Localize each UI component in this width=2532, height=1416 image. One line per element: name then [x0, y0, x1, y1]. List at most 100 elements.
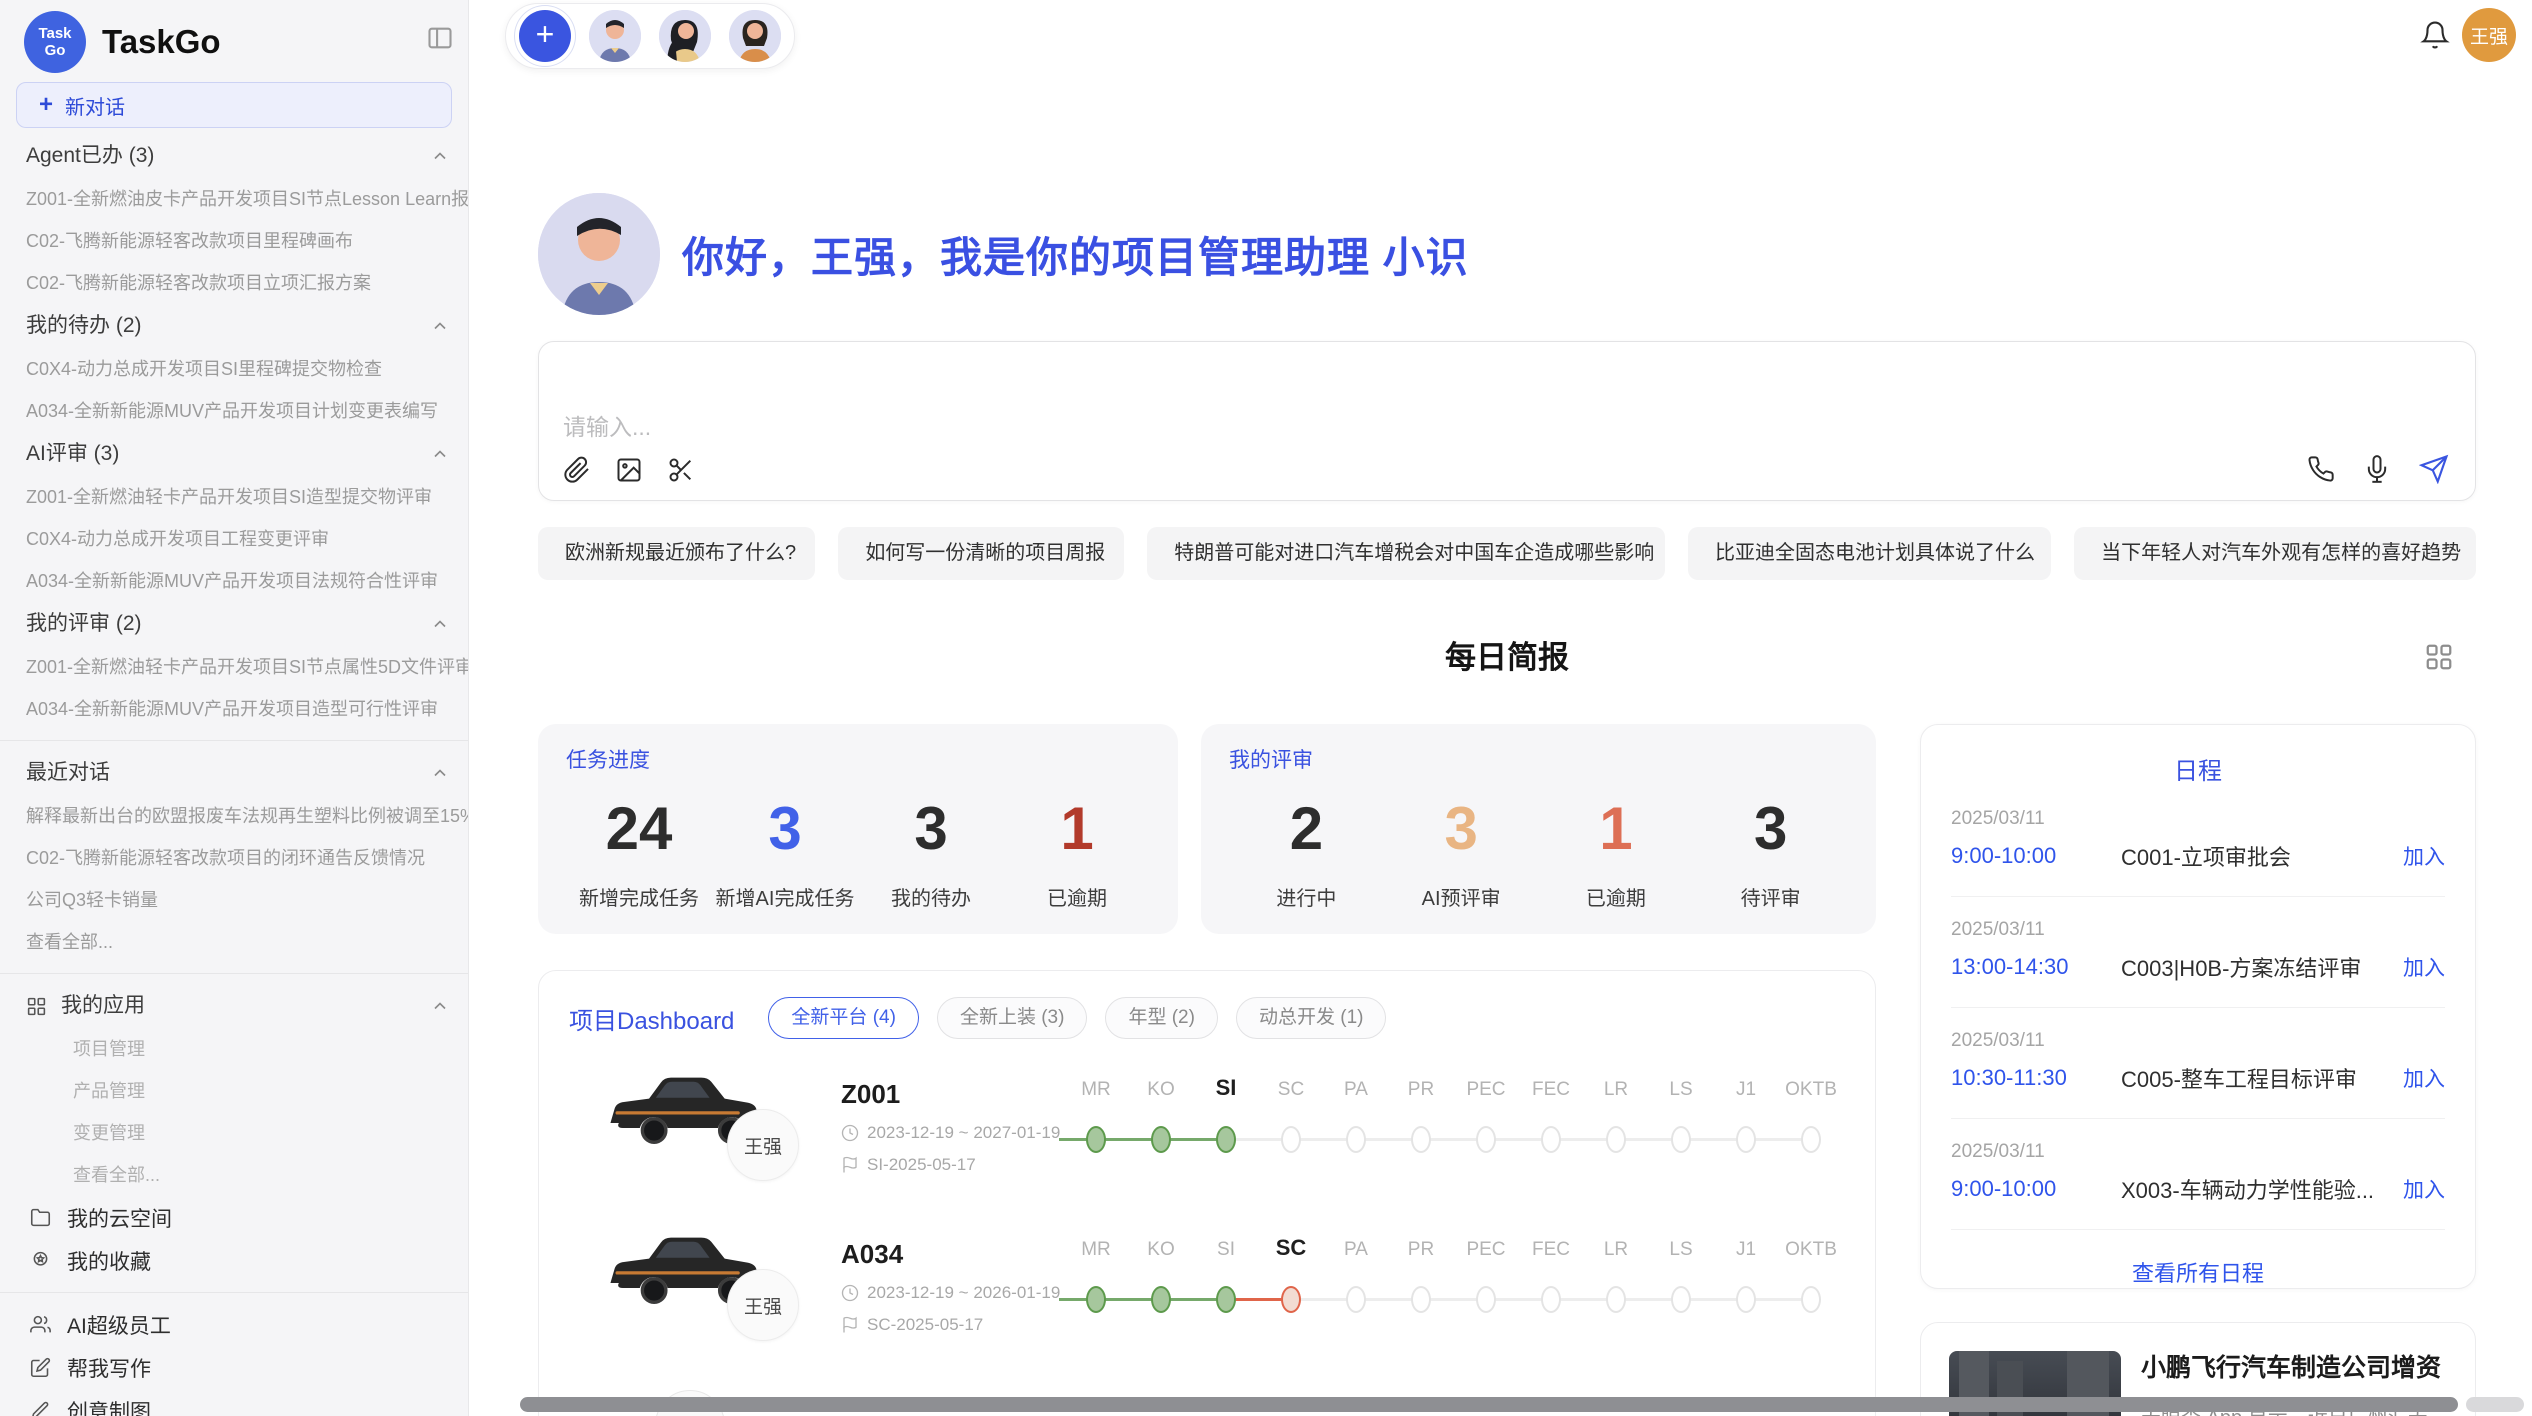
tab-model-year[interactable]: 年型 (2)	[1105, 997, 1218, 1039]
app-link[interactable]: 项目管理	[0, 1028, 468, 1070]
view-all-schedule-link[interactable]: 查看所有日程	[1951, 1230, 2445, 1314]
tab-powertrain[interactable]: 动总开发 (1)	[1236, 997, 1387, 1039]
assistant-avatar-large	[538, 193, 660, 315]
schedule-date: 2025/03/11	[1951, 1141, 2445, 1163]
agent-done-item[interactable]: Z001-全新燃油皮卡产品开发项目SI节点Lesson Learn报告	[0, 178, 468, 220]
composer-attachments	[563, 456, 695, 484]
dashboard-tabs: 全新平台 (4) 全新上装 (3) 年型 (2) 动总开发 (1)	[768, 997, 1386, 1039]
schedule-time: 13:00-14:30	[1951, 954, 2121, 980]
sidebar-item-ai-employees[interactable]: AI超级员工	[0, 1303, 468, 1346]
my-review-item[interactable]: A034-全新新能源MUV产品开发项目造型可行性评审	[0, 688, 468, 730]
horizontal-scrollbar-end	[2466, 1397, 2524, 1412]
send-icon[interactable]	[2419, 454, 2449, 484]
schedule-time: 10:30-11:30	[1951, 1065, 2121, 1091]
project-row-z001[interactable]: 王强 Z001 2023-12-19 ~ 2027-01-19 SI-2025-…	[559, 1049, 1857, 1204]
suggestion-chip[interactable]: 比亚迪全固态电池计划具体说了什么	[1688, 527, 2051, 580]
milestone-node-oktb	[1801, 1286, 1821, 1313]
milestone-node-fec	[1541, 1286, 1561, 1313]
todo-item[interactable]: C0X4-动力总成开发项目SI里程碑提交物检查	[0, 348, 468, 390]
milestone-node-ls	[1671, 1126, 1691, 1153]
suggestion-chip[interactable]: 当下年轻人对汽车外观有怎样的喜好趋势	[2074, 527, 2476, 580]
join-link[interactable]: 加入	[2403, 841, 2445, 871]
stat-review-overdue: 1 已逾期	[1539, 790, 1694, 911]
image-icon[interactable]	[615, 456, 643, 484]
sidebar-collapse-icon[interactable]	[426, 24, 454, 52]
stat-overdue: 1 已逾期	[1004, 790, 1150, 911]
section-header-my-apps[interactable]: 我的应用	[0, 984, 468, 1028]
join-link[interactable]: 加入	[2403, 952, 2445, 982]
schedule-event-title: C003|H0B-方案冻结评审	[2121, 951, 2403, 983]
attachment-icon[interactable]	[563, 456, 591, 484]
milestone-label-mr: MR	[1081, 1079, 1111, 1101]
suggestion-chip[interactable]: 如何写一份清晰的项目周报	[838, 527, 1124, 580]
assistant-avatar-3[interactable]	[729, 10, 781, 62]
horizontal-scrollbar[interactable]	[520, 1397, 2458, 1412]
agent-done-item[interactable]: C02-飞腾新能源轻客改款项目里程碑画布	[0, 220, 468, 262]
app-link[interactable]: 查看全部...	[0, 1154, 468, 1196]
ai-review-item[interactable]: Z001-全新燃油轻卡产品开发项目SI造型提交物评审	[0, 476, 468, 518]
join-link[interactable]: 加入	[2403, 1174, 2445, 1204]
stat-in-progress: 2 进行中	[1229, 790, 1384, 911]
layout-grid-icon[interactable]	[2424, 642, 2454, 672]
section-header-my-todo[interactable]: 我的待办 (2)	[0, 304, 468, 348]
milestone-node-pa	[1346, 1126, 1366, 1153]
tab-new-platform[interactable]: 全新平台 (4)	[768, 997, 919, 1039]
microphone-icon[interactable]	[2363, 455, 2391, 483]
schedule-date: 2025/03/11	[1951, 919, 2445, 941]
todo-item[interactable]: A034-全新新能源MUV产品开发项目计划变更表编写	[0, 390, 468, 432]
ai-review-item[interactable]: C0X4-动力总成开发项目工程变更评审	[0, 518, 468, 560]
recent-chat-item[interactable]: 查看全部...	[0, 921, 468, 963]
suggestion-chip[interactable]: 欧洲新规最近颁布了什么?	[538, 527, 815, 580]
section-header-recent-chats[interactable]: 最近对话	[0, 751, 468, 795]
assistant-avatar-2[interactable]	[659, 10, 711, 62]
taskgo-app: Task Go TaskGo + 新对话 Agent已办 (3) Z001-全新…	[0, 0, 2532, 1416]
recent-chat-item[interactable]: C02-飞腾新能源轻客改款项目的闭环通告反馈情况	[0, 837, 468, 879]
schedule-item: 2025/03/11 9:00-10:00 X003-车辆动力学性能验... 加…	[1951, 1119, 2445, 1230]
suggestion-chip[interactable]: 特朗普可能对进口汽车增税会对中国车企造成哪些影响	[1147, 527, 1665, 580]
user-avatar[interactable]: 王强	[2462, 8, 2516, 62]
my-reviews-card: 我的评审 2 进行中 3 AI预评审 1 已逾期 3 待评审	[1201, 724, 1876, 934]
flag-icon	[841, 1316, 859, 1334]
milestone-label-ko: KO	[1147, 1079, 1174, 1101]
ai-review-item[interactable]: A034-全新新能源MUV产品开发项目法规符合性评审	[0, 560, 468, 602]
message-composer[interactable]: 请输入...	[538, 341, 2476, 501]
join-link[interactable]: 加入	[2403, 1063, 2445, 1093]
milestone-label-pec: PEC	[1466, 1079, 1505, 1101]
sidebar-item-creative-drawing[interactable]: 创意制图	[0, 1389, 468, 1416]
recent-chat-item[interactable]: 公司Q3轻卡销量	[0, 879, 468, 921]
sidebar-item-favorites[interactable]: 我的收藏	[0, 1239, 468, 1282]
chevron-up-icon	[430, 444, 450, 464]
schedule-title: 日程	[1951, 751, 2445, 786]
section-header-ai-review[interactable]: AI评审 (3)	[0, 432, 468, 476]
app-link[interactable]: 产品管理	[0, 1070, 468, 1112]
dashboard-title: 项目Dashboard	[569, 1001, 734, 1036]
app-link[interactable]: 变更管理	[0, 1112, 468, 1154]
add-assistant-button[interactable]: +	[519, 10, 571, 62]
milestone-label-j1: J1	[1736, 1239, 1756, 1261]
stat-ai-pre-review: 3 AI预评审	[1384, 790, 1539, 911]
schedule-event-title: X003-车辆动力学性能验...	[2121, 1173, 2403, 1205]
sidebar-item-help-me-write[interactable]: 帮我写作	[0, 1346, 468, 1389]
section-header-agent-done[interactable]: Agent已办 (3)	[0, 134, 468, 178]
milestone-node-pr	[1411, 1286, 1431, 1313]
phone-call-icon[interactable]	[2307, 455, 2335, 483]
apps-grid-icon	[26, 996, 47, 1017]
milestone-node-si	[1216, 1126, 1236, 1153]
project-row-a034[interactable]: 王强 A034 2023-12-19 ~ 2026-01-19 SC-2025-…	[559, 1209, 1857, 1364]
recent-chat-item[interactable]: 解释最新出台的欧盟报废车法规再生塑料比例被调至15%...	[0, 795, 468, 837]
milestone-label-j1: J1	[1736, 1079, 1756, 1101]
sidebar-item-cloud-space[interactable]: 我的云空间	[0, 1196, 468, 1239]
agent-done-item[interactable]: C02-飞腾新能源轻客改款项目立项汇报方案	[0, 262, 468, 304]
chevron-up-icon	[430, 316, 450, 336]
milestone-label-si: SI	[1216, 1075, 1237, 1101]
my-review-item[interactable]: Z001-全新燃油轻卡产品开发项目SI节点属性5D文件评审	[0, 646, 468, 688]
assistant-avatar-1[interactable]	[589, 10, 641, 62]
schedule-item: 2025/03/11 9:00-10:00 C001-立项审批会 加入	[1951, 786, 2445, 897]
project-code: A034	[841, 1239, 903, 1270]
new-chat-button[interactable]: + 新对话	[16, 82, 452, 128]
project-owner-badge: 王强	[727, 1109, 799, 1181]
scissors-icon[interactable]	[667, 456, 695, 484]
notifications-bell-icon[interactable]	[2420, 20, 2450, 50]
tab-new-body[interactable]: 全新上装 (3)	[937, 997, 1088, 1039]
section-header-my-review[interactable]: 我的评审 (2)	[0, 602, 468, 646]
